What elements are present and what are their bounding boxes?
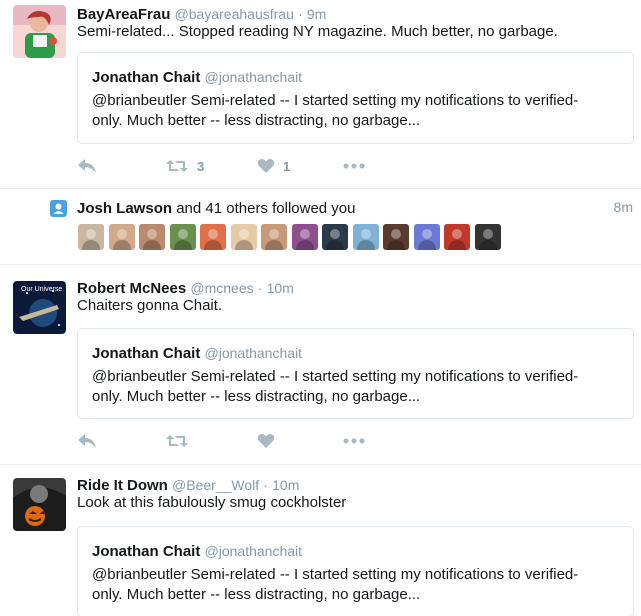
tweet-text: Look at this fabulously smug cockholster [77,494,347,511]
quoted-author-name: Jonathan Chait [92,345,201,362]
notification-text: Josh Lawson and 41 others followed you [77,199,356,219]
retweet-button[interactable]: 3 [165,155,204,177]
avatar-caption: Our Universe [21,286,62,293]
timestamp[interactable]: 10m [272,477,299,493]
avatar[interactable] [13,5,66,58]
like-button[interactable]: 1 [257,155,290,177]
avatar-image: Our Universe [13,281,66,334]
separator-dot: · [298,6,303,22]
quoted-text-line: @brianbeutler Semi-related -- I started … [92,368,579,385]
author-name[interactable]: Ride It Down [77,477,168,494]
follower-avatar[interactable] [444,224,470,250]
avatar[interactable]: Our Universe [13,281,66,334]
retweet-icon [166,435,188,447]
heart-icon [257,434,275,448]
follower-avatar[interactable] [261,224,287,250]
more-dots-icon [343,163,365,169]
follower-avatar[interactable] [474,224,501,250]
quoted-text-line: @brianbeutler Semi-related -- I started … [92,92,579,109]
person-icon [50,200,67,217]
retweet-button[interactable] [165,430,189,452]
quoted-author-handle: @jonathanchait [204,69,303,85]
follower-avatar[interactable] [108,224,135,250]
quoted-text-line: only. Much better -- less distracting, n… [92,586,421,603]
quoted-text-line: only. Much better -- less distracting, n… [92,112,421,129]
author-handle[interactable]: @Beer__Wolf [172,477,259,493]
author-name[interactable]: Robert McNees [77,280,186,297]
quoted-tweet[interactable]: Jonathan Chait @jonathanchait @brianbeut… [77,328,634,419]
heart-icon [257,159,275,173]
follower-avatar[interactable] [352,224,379,250]
timestamp[interactable]: 10m [267,280,294,296]
reply-button[interactable] [77,430,97,452]
tweet-bayareafrau[interactable]: BayAreaFrau @bayareahausfrau · 9m Semi-r… [0,0,641,189]
quoted-author-handle: @jonathanchait [204,543,303,559]
separator-dot: · [263,477,268,493]
follower-avatar[interactable] [291,224,318,250]
quoted-text: @brianbeutler Semi-related -- I started … [92,565,622,605]
quoted-author-name: Jonathan Chait [92,543,201,560]
timestamp[interactable]: 9m [307,6,326,22]
separator-dot: · [257,280,263,296]
tweet-text: Semi-related... Stopped reading NY magaz… [77,23,558,40]
quoted-text-line: only. Much better -- less distracting, n… [92,388,421,405]
quoted-text: @brianbeutler Semi-related -- I started … [92,367,622,407]
tweet-robert-mcnees[interactable]: Our Universe Robert McNees @mcnees · 10m… [0,266,641,465]
author-name[interactable]: BayAreaFrau [77,6,170,23]
author-handle[interactable]: @mcnees [190,280,253,296]
follower-avatar[interactable] [322,224,348,250]
follower-avatar[interactable] [169,224,196,250]
quoted-tweet[interactable]: Jonathan Chait @jonathanchait @brianbeut… [77,526,634,616]
avatar[interactable] [13,478,66,531]
quoted-author-name: Jonathan Chait [92,69,201,86]
quoted-header: Jonathan Chait @jonathanchait [92,67,302,88]
more-button[interactable] [343,430,365,452]
quoted-text: @brianbeutler Semi-related -- I started … [92,91,622,131]
notification-rest: and 41 others followed you [172,200,356,217]
quoted-author-handle: @jonathanchait [204,345,303,361]
follower-avatar[interactable] [139,224,165,250]
avatar-image [13,5,66,58]
reply-button[interactable] [77,155,97,177]
notification-time[interactable]: 8m [614,199,633,215]
quoted-header: Jonathan Chait @jonathanchait [92,343,302,364]
follower-avatar[interactable] [200,224,226,250]
retweet-count: 3 [197,158,205,174]
reply-icon [78,159,96,173]
more-button[interactable] [343,155,365,177]
follower-avatar[interactable] [383,224,409,250]
follower-avatar[interactable] [78,224,104,250]
tweet-ride-it-down[interactable]: Ride It Down @Beer__Wolf · 10m Look at t… [0,465,641,616]
author-handle[interactable]: @bayareahausfrau [175,6,294,22]
retweet-icon [166,160,188,172]
like-count: 1 [283,158,291,174]
avatar-image [13,478,66,531]
more-dots-icon [343,438,365,444]
quoted-text-line: @brianbeutler Semi-related -- I started … [92,566,579,583]
tweet-text: Chaiters gonna Chait. [77,297,223,314]
like-button[interactable] [257,430,275,452]
follower-avatar[interactable] [230,224,257,250]
follower-name[interactable]: Josh Lawson [77,200,172,217]
follower-avatar[interactable] [413,224,440,250]
quoted-header: Jonathan Chait @jonathanchait [92,541,302,562]
quoted-tweet[interactable]: Jonathan Chait @jonathanchait @brianbeut… [77,52,634,144]
reply-icon [78,434,96,448]
